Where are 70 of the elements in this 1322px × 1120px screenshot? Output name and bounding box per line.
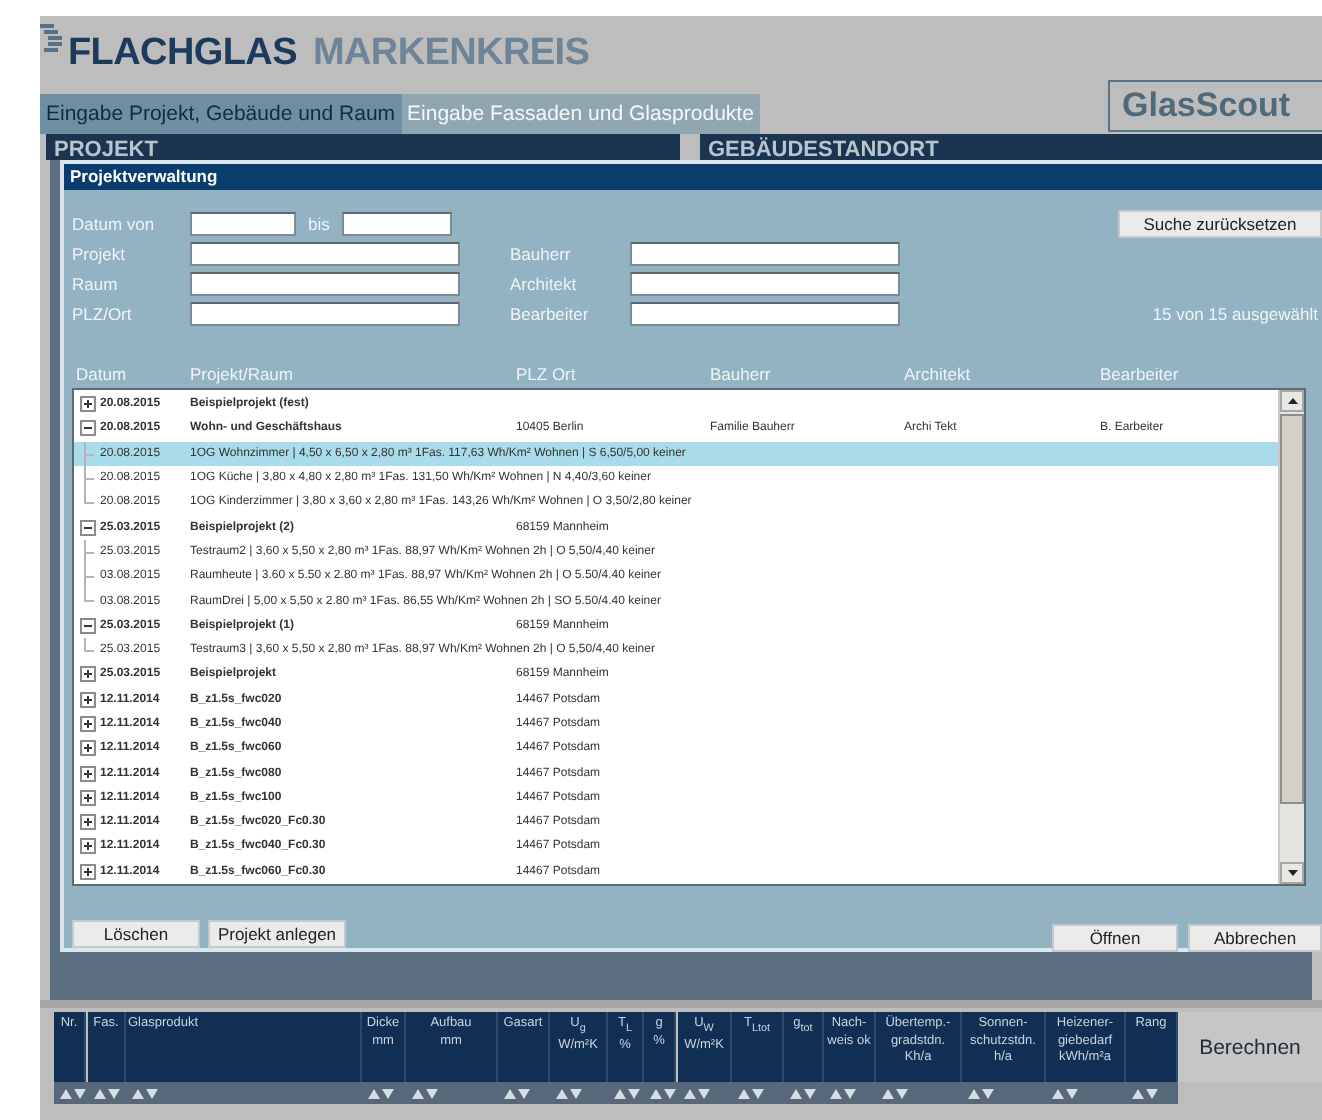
expand-icon[interactable]: [79, 838, 95, 855]
column-header: Bauherr: [710, 364, 773, 384]
expand-icon[interactable]: [79, 666, 95, 683]
sort-arrows-icon[interactable]: [412, 1087, 438, 1099]
expand-icon[interactable]: [79, 691, 95, 708]
sort-arrows-icon[interactable]: [614, 1087, 640, 1099]
field-label: Projekt: [72, 243, 127, 263]
sort-arrows-icon[interactable]: [790, 1087, 816, 1099]
scroll-down-icon[interactable]: [1287, 870, 1297, 876]
sort-arrows-icon[interactable]: [132, 1087, 158, 1099]
sort-arrows-icon[interactable]: [1132, 1087, 1158, 1099]
sort-arrows-icon[interactable]: [556, 1087, 582, 1099]
collapse-icon[interactable]: [79, 617, 95, 634]
column-header: Bearbeiter: [1100, 364, 1181, 384]
expand-icon[interactable]: [79, 789, 95, 806]
expand-icon[interactable]: [79, 716, 95, 732]
sort-arrows-icon[interactable]: [882, 1087, 908, 1099]
architect-field[interactable]: [630, 271, 900, 295]
selection-count: 15 von 15 ausgewählt: [1152, 303, 1320, 323]
expand-icon[interactable]: [79, 396, 95, 413]
sort-arrows-icon[interactable]: [94, 1087, 120, 1099]
dialog-button[interactable]: Projekt anlegen: [208, 920, 346, 948]
brand-name: FLACHGLAS: [68, 32, 297, 76]
field-label: PLZ/Ort: [72, 303, 134, 323]
sort-arrows-icon[interactable]: [60, 1087, 86, 1099]
collapse-icon[interactable]: [79, 420, 95, 437]
field-label: Raum: [72, 273, 120, 293]
field-label: Architekt: [510, 273, 579, 293]
scrollbar[interactable]: [1278, 390, 1304, 884]
calculate-button[interactable]: Berechnen: [1178, 1012, 1322, 1082]
date-from-field[interactable]: [190, 211, 296, 235]
dialog-button[interactable]: Abbrechen: [1188, 924, 1322, 952]
expand-icon[interactable]: [79, 863, 95, 880]
tab[interactable]: Eingabe Projekt, Gebäude und Raum: [40, 94, 402, 134]
editor-field[interactable]: [630, 301, 900, 325]
column-header: Projekt/Raum: [190, 364, 295, 384]
sort-arrows-icon[interactable]: [738, 1087, 764, 1099]
project-field[interactable]: [190, 241, 460, 265]
expand-icon[interactable]: [79, 740, 95, 757]
scroll-up-icon[interactable]: [1287, 398, 1297, 404]
room-field[interactable]: [190, 271, 460, 295]
field-label: Bauherr: [510, 243, 573, 263]
app-name: GlasScout: [1108, 80, 1322, 132]
place-field[interactable]: [190, 301, 460, 325]
sort-arrows-icon[interactable]: [504, 1087, 530, 1099]
panel-header: PROJEKT: [46, 134, 680, 160]
date-to-field[interactable]: [341, 211, 452, 235]
expand-icon[interactable]: [79, 814, 95, 831]
column-header: Datum: [76, 364, 129, 384]
sort-arrows-icon[interactable]: [684, 1087, 710, 1099]
dialog-button[interactable]: Öffnen: [1052, 924, 1178, 952]
column-header: PLZ Ort: [516, 364, 578, 384]
field-label: Datum von: [72, 213, 157, 233]
collapse-icon[interactable]: [79, 519, 95, 536]
panel-header: GEBÄUDESTANDORT: [700, 134, 1322, 160]
sort-arrows-icon[interactable]: [368, 1087, 394, 1099]
logo-arrows-icon: [40, 24, 62, 52]
builder-field[interactable]: [630, 241, 900, 265]
sort-arrows-icon[interactable]: [650, 1087, 676, 1099]
field-label: Bearbeiter: [510, 303, 591, 323]
reset-search-button[interactable]: Suche zurücksetzen: [1118, 209, 1322, 237]
dialog-title: Projektverwaltung: [64, 164, 1322, 190]
sort-arrows-icon[interactable]: [830, 1087, 856, 1099]
expand-icon[interactable]: [79, 765, 95, 782]
sort-arrows-icon[interactable]: [1052, 1087, 1078, 1099]
field-label: bis: [308, 213, 330, 233]
brand-subtitle: MARKENKREIS: [312, 32, 590, 76]
column-header: Architekt: [904, 364, 973, 384]
sort-arrows-icon[interactable]: [968, 1087, 994, 1099]
dialog-button[interactable]: Löschen: [72, 920, 200, 948]
